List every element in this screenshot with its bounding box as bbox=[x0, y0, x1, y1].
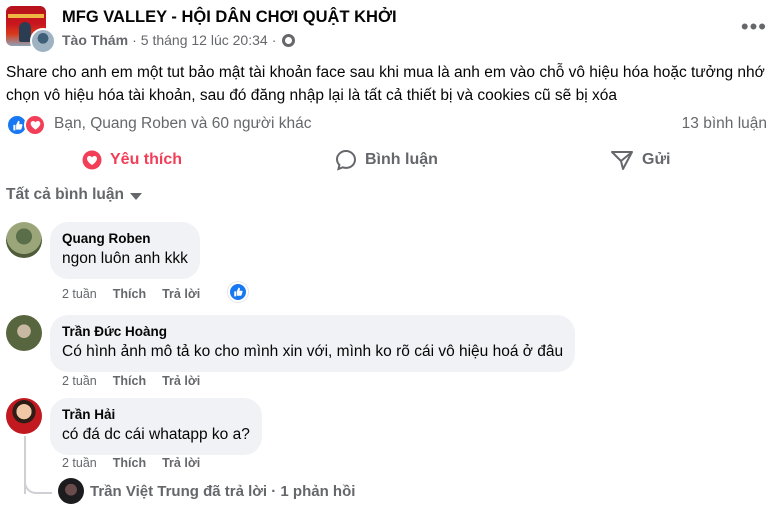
commenter-name[interactable]: Trần Hải bbox=[62, 406, 250, 423]
more-options-icon[interactable]: ••• bbox=[741, 16, 767, 38]
commenter-name[interactable]: Quang Roben bbox=[62, 230, 188, 247]
comment-text: Có hình ảnh mô tả ko cho mình xin với, m… bbox=[62, 343, 564, 360]
comment-reply-button[interactable]: Trả lời bbox=[162, 374, 200, 388]
comment-actions: 2 tuần Thích Trả lời bbox=[62, 287, 200, 301]
comment-button[interactable]: Bình luận bbox=[335, 142, 438, 178]
comment-reply-button[interactable]: Trả lời bbox=[162, 456, 200, 470]
commenter-avatar[interactable] bbox=[6, 398, 42, 434]
comment-actions: 2 tuần Thích Trả lời bbox=[62, 374, 200, 388]
comment-count[interactable]: 13 bình luận bbox=[682, 115, 767, 133]
author-name[interactable]: Tào Thám bbox=[62, 32, 128, 48]
group-avatar-banner bbox=[8, 14, 44, 18]
post-timestamp[interactable]: 5 tháng 12 lúc 20:34 bbox=[141, 32, 268, 48]
comment-label: Bình luận bbox=[365, 151, 438, 168]
commenter-avatar[interactable] bbox=[6, 222, 42, 258]
like-icon[interactable] bbox=[228, 282, 248, 302]
meta-separator: · bbox=[132, 32, 137, 48]
comment-reply-button[interactable]: Trả lời bbox=[162, 287, 200, 301]
comment-icon bbox=[335, 149, 357, 171]
comment-age[interactable]: 2 tuần bbox=[62, 374, 97, 388]
view-replies-link[interactable]: Trần Việt Trung đã trả lời · 1 phản hồi bbox=[58, 478, 355, 504]
comment-bubble: Trần Hải có đá dc cái whatapp ko a? bbox=[50, 398, 262, 455]
group-name[interactable]: MFG VALLEY - HỘI DÂN CHƠI QUẬT KHỞI bbox=[62, 8, 397, 27]
comment-item: Trần Đức Hoàng Có hình ảnh mô tả ko cho … bbox=[6, 315, 767, 395]
send-button[interactable]: Gửi bbox=[610, 142, 670, 178]
reaction-icons[interactable] bbox=[6, 114, 50, 136]
comment-sort-dropdown[interactable]: Tất cả bình luận bbox=[6, 186, 142, 204]
comment-bubble: Trần Đức Hoàng Có hình ảnh mô tả ko cho … bbox=[50, 315, 576, 372]
send-label: Gửi bbox=[642, 151, 671, 168]
author-avatar[interactable] bbox=[30, 28, 56, 54]
globe-icon bbox=[282, 33, 296, 47]
comment-text: có đá dc cái whatapp ko a? bbox=[62, 426, 250, 443]
comment-text: ngon luôn anh kkk bbox=[62, 250, 188, 267]
replier-avatar bbox=[58, 478, 84, 504]
post-text: Share cho anh em một tut bảo mật tài kho… bbox=[6, 64, 765, 104]
reaction-summary[interactable]: Bạn, Quang Roben và 60 người khác bbox=[54, 115, 312, 133]
comment-age[interactable]: 2 tuần bbox=[62, 287, 97, 301]
comment-bubble: Quang Roben ngon luôn anh kkk bbox=[50, 222, 200, 279]
meta-separator: · bbox=[271, 32, 277, 48]
commenter-name[interactable]: Trần Đức Hoàng bbox=[62, 323, 563, 340]
caret-down-icon bbox=[129, 192, 142, 200]
post-actions: Yêu thích Bình luận Gửi bbox=[6, 142, 767, 178]
love-icon bbox=[24, 114, 46, 136]
thread-connector bbox=[24, 476, 52, 494]
like-button[interactable]: Yêu thích bbox=[82, 142, 182, 178]
comment-item: Quang Roben ngon luôn anh kkk 2 tuần Thí… bbox=[6, 222, 767, 312]
sort-label: Tất cả bình luận bbox=[6, 186, 124, 203]
comment-actions: 2 tuần Thích Trả lời bbox=[62, 456, 200, 470]
post-header: MFG VALLEY - HỘI DÂN CHƠI QUẬT KHỞI Tào … bbox=[6, 6, 767, 54]
commenter-avatar[interactable] bbox=[6, 315, 42, 351]
heart-icon bbox=[82, 150, 102, 170]
comment-item: Trần Hải có đá dc cái whatapp ko a? 2 tu… bbox=[6, 398, 767, 478]
comment-like-button[interactable]: Thích bbox=[113, 374, 146, 388]
reactions-bar: Bạn, Quang Roben và 60 người khác 13 bìn… bbox=[6, 113, 767, 137]
comment-like-button[interactable]: Thích bbox=[113, 456, 146, 470]
send-icon bbox=[611, 151, 633, 170]
like-label: Yêu thích bbox=[110, 151, 183, 168]
comment-like-button[interactable]: Thích bbox=[113, 287, 146, 301]
reply-summary-text: Trần Việt Trung đã trả lời · 1 phản hồi bbox=[90, 482, 356, 500]
post-meta: Tào Thám · 5 tháng 12 lúc 20:34 · bbox=[62, 32, 296, 48]
comment-age[interactable]: 2 tuần bbox=[62, 456, 97, 470]
